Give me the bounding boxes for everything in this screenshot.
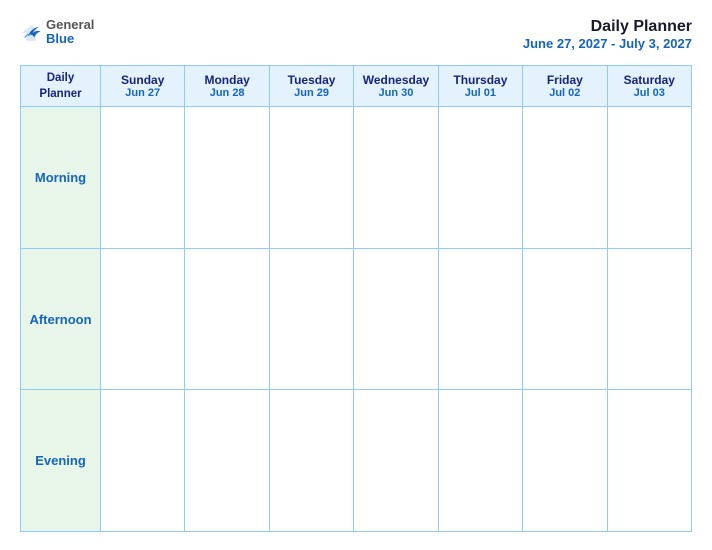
cell-afternoon-tuesday[interactable] xyxy=(269,248,353,390)
day-name-sunday: Sunday xyxy=(103,73,182,87)
day-date-sunday: Jun 27 xyxy=(103,87,182,99)
daily-planner-header-label: DailyPlanner xyxy=(39,72,81,100)
col-header-thursday: Thursday Jul 01 xyxy=(438,66,522,107)
cell-morning-friday[interactable] xyxy=(523,107,607,249)
col-header-monday: Monday Jun 28 xyxy=(185,66,269,107)
col-header-wednesday: Wednesday Jun 30 xyxy=(354,66,438,107)
cell-evening-tuesday[interactable] xyxy=(269,390,353,532)
day-date-wednesday: Jun 30 xyxy=(356,87,435,99)
row-afternoon: Afternoon xyxy=(21,248,692,390)
cell-evening-thursday[interactable] xyxy=(438,390,522,532)
table-header-row: DailyPlanner Sunday Jun 27 Monday Jun 28… xyxy=(21,66,692,107)
day-date-monday: Jun 28 xyxy=(187,87,266,99)
planner-dates: June 27, 2027 - July 3, 2027 xyxy=(523,36,692,51)
planner-title: Daily Planner xyxy=(523,18,692,36)
label-morning: Morning xyxy=(21,107,101,249)
cell-morning-tuesday[interactable] xyxy=(269,107,353,249)
logo-blue: Blue xyxy=(46,32,94,46)
cell-evening-monday[interactable] xyxy=(185,390,269,532)
col-header-friday: Friday Jul 02 xyxy=(523,66,607,107)
cell-afternoon-thursday[interactable] xyxy=(438,248,522,390)
col-header-sunday: Sunday Jun 27 xyxy=(101,66,185,107)
logo-general: General xyxy=(46,18,94,32)
cell-morning-monday[interactable] xyxy=(185,107,269,249)
label-evening: Evening xyxy=(21,390,101,532)
calendar-table: DailyPlanner Sunday Jun 27 Monday Jun 28… xyxy=(20,65,692,532)
day-date-tuesday: Jun 29 xyxy=(272,87,351,99)
day-name-wednesday: Wednesday xyxy=(356,73,435,87)
day-date-thursday: Jul 01 xyxy=(441,87,520,99)
cell-evening-sunday[interactable] xyxy=(101,390,185,532)
cell-afternoon-sunday[interactable] xyxy=(101,248,185,390)
day-name-monday: Monday xyxy=(187,73,266,87)
table-header-label: DailyPlanner xyxy=(21,66,101,107)
day-date-friday: Jul 02 xyxy=(525,87,604,99)
day-name-tuesday: Tuesday xyxy=(272,73,351,87)
day-date-saturday: Jul 03 xyxy=(610,87,689,99)
header-right: Daily Planner June 27, 2027 - July 3, 20… xyxy=(523,18,692,51)
cell-afternoon-monday[interactable] xyxy=(185,248,269,390)
cell-evening-friday[interactable] xyxy=(523,390,607,532)
page: General Blue Daily Planner June 27, 2027… xyxy=(0,0,712,550)
cell-morning-thursday[interactable] xyxy=(438,107,522,249)
label-afternoon: Afternoon xyxy=(21,248,101,390)
col-header-tuesday: Tuesday Jun 29 xyxy=(269,66,353,107)
cell-afternoon-wednesday[interactable] xyxy=(354,248,438,390)
cell-afternoon-saturday[interactable] xyxy=(607,248,691,390)
header: General Blue Daily Planner June 27, 2027… xyxy=(20,18,692,51)
cell-evening-saturday[interactable] xyxy=(607,390,691,532)
row-evening: Evening xyxy=(21,390,692,532)
row-morning: Morning xyxy=(21,107,692,249)
day-name-thursday: Thursday xyxy=(441,73,520,87)
cell-morning-wednesday[interactable] xyxy=(354,107,438,249)
logo-text: General Blue xyxy=(46,18,94,47)
day-name-friday: Friday xyxy=(525,73,604,87)
day-name-saturday: Saturday xyxy=(610,73,689,87)
col-header-saturday: Saturday Jul 03 xyxy=(607,66,691,107)
generalblue-logo-icon xyxy=(20,22,42,44)
cell-afternoon-friday[interactable] xyxy=(523,248,607,390)
cell-evening-wednesday[interactable] xyxy=(354,390,438,532)
logo: General Blue xyxy=(20,18,94,47)
cell-morning-sunday[interactable] xyxy=(101,107,185,249)
cell-morning-saturday[interactable] xyxy=(607,107,691,249)
